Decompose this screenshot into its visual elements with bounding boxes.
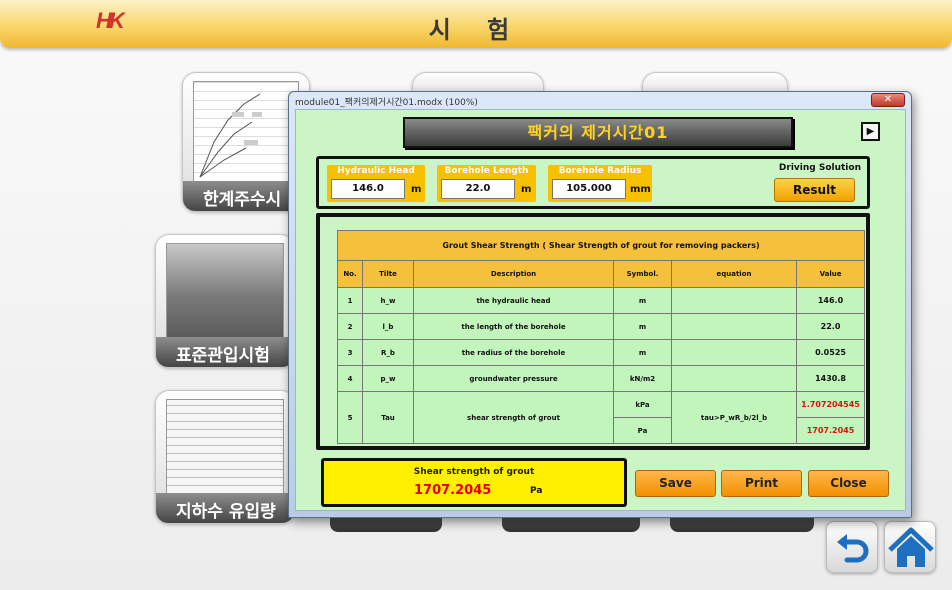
graph-thumbnail-icon [199, 93, 262, 178]
table-row: 4 p_w groundwater pressure kN/m2 1430.8 [337, 365, 866, 392]
cell-description: shear strength of grout [413, 391, 614, 444]
cell-description: the radius of the borehole [413, 339, 614, 366]
cell-title: R_b [362, 339, 414, 366]
page-title: 시 험 [428, 16, 524, 44]
play-button[interactable]: ▶ [861, 122, 880, 141]
column-header: Tilte [362, 260, 414, 288]
home-button[interactable] [884, 521, 936, 573]
top-bar: HK 시 험 [0, 0, 952, 48]
cell-description: groundwater pressure [413, 365, 614, 392]
column-header: Value [795, 260, 866, 288]
cell-description: the hydraulic head [413, 287, 614, 314]
tile-form-thumbnail [166, 399, 284, 495]
cell-title: l_b [362, 313, 414, 340]
cell-symbol: kN/m2 [613, 365, 672, 392]
cell-no: 4 [337, 365, 363, 392]
cell-no: 2 [337, 313, 363, 340]
cell-value-pa: 1707.2045 [795, 417, 866, 444]
input-panel: Hydraulic Head 146.0 m Borehole Length 2… [316, 156, 870, 209]
tile-caption: 표준관입시험 [156, 337, 294, 367]
table-title: Grout Shear Strength ( Shear Strength of… [336, 230, 866, 261]
tile-photo-thumbnail [166, 243, 284, 339]
window-close-button[interactable]: ✕ [871, 93, 905, 107]
shear-strength-unit: Pa [530, 486, 543, 496]
borehole-radius-field: Borehole Radius 105.000 mm [548, 165, 652, 202]
cell-no: 5 [337, 391, 363, 444]
dialog-header: 팩커의 제거시간01 [403, 117, 793, 148]
column-header: Symbol. [613, 260, 672, 288]
table-row: 2 l_b the length of the borehole m 22.0 [337, 313, 866, 340]
table-row-tau: 5 Tau shear strength of grout kPa tau>P_… [337, 391, 866, 444]
shear-strength-label: Shear strength of grout [413, 467, 535, 477]
cell-symbol: m [613, 339, 672, 366]
cell-symbol: m [613, 313, 672, 340]
cell-value: 22.0 [795, 313, 866, 340]
hydraulic-head-label: Hydraulic Head [337, 166, 415, 176]
tile-caption: 지하수 유입량 [156, 493, 294, 523]
cell-no: 3 [337, 339, 363, 366]
hydraulic-head-field: Hydraulic Head 146.0 m [327, 165, 425, 202]
column-header: equation [671, 260, 797, 288]
table-panel: Grout Shear Strength ( Shear Strength of… [316, 213, 870, 450]
borehole-radius-unit: mm [630, 184, 651, 195]
borehole-length-unit: m [521, 184, 532, 195]
shear-strength-value: 1707.2045 [414, 483, 492, 498]
grout-shear-table: Grout Shear Strength ( Shear Strength of… [336, 230, 866, 444]
window-title: module01_팩커의제거시간01.modx (100%) [295, 98, 478, 108]
hydraulic-head-unit: m [411, 184, 422, 195]
cell-symbol: Pa [613, 417, 672, 444]
close-button[interactable]: Close [808, 470, 889, 497]
cell-equation: tau>P_wR_b/2l_b [671, 391, 797, 444]
dialog-header-title: 팩커의 제거시간01 [527, 123, 669, 142]
cell-value: 146.0 [795, 287, 866, 314]
back-button[interactable] [826, 521, 878, 573]
home-icon [888, 527, 934, 567]
menu-tile-spt[interactable]: 표준관입시험 [155, 234, 295, 368]
hydraulic-head-input[interactable]: 146.0 [331, 179, 405, 199]
cell-description: the length of the borehole [413, 313, 614, 340]
table-row: 3 R_b the radius of the borehole m 0.052… [337, 339, 866, 366]
cell-symbol: kPa [613, 391, 672, 418]
app-screen: HK 시 험 한계주수시 표준관입시험 지하수 유입량 module01_팩커의… [0, 0, 952, 590]
menu-tile-groundwater-inflow[interactable]: 지하수 유입량 [155, 390, 295, 524]
table-row: 1 h_w the hydraulic head m 146.0 [337, 287, 866, 314]
borehole-radius-label: Borehole Radius [558, 166, 642, 176]
cell-value: 1430.8 [795, 365, 866, 392]
save-button[interactable]: Save [635, 470, 716, 497]
driving-solution-label: Driving Solution [778, 163, 861, 173]
column-header: Description [413, 260, 614, 288]
tile-graph-thumbnail [193, 81, 299, 183]
cell-no: 1 [337, 287, 363, 314]
borehole-length-input[interactable]: 22.0 [441, 179, 515, 199]
cell-title: p_w [362, 365, 414, 392]
shear-strength-result: Shear strength of grout 1707.2045 Pa [321, 458, 627, 507]
cell-equation [671, 365, 797, 392]
cell-symbol: m [613, 287, 672, 314]
borehole-length-field: Borehole Length 22.0 m [437, 165, 536, 202]
cell-title: Tau [362, 391, 414, 444]
packer-removal-dialog: module01_팩커의제거시간01.modx (100%) ✕ 팩커의 제거시… [288, 91, 912, 518]
borehole-length-label: Borehole Length [444, 166, 529, 176]
result-button[interactable]: Result [774, 178, 855, 202]
cell-equation [671, 313, 797, 340]
print-button[interactable]: Print [721, 470, 802, 497]
play-icon: ▶ [866, 126, 875, 137]
close-icon: ✕ [883, 94, 893, 105]
dialog-client-area: 팩커의 제거시간01 ▶ Hydraulic Head 146.0 m Bore… [295, 109, 906, 511]
cell-equation [671, 287, 797, 314]
back-arrow-icon [837, 534, 869, 563]
cell-value-kpa: 1.707204545 [795, 391, 866, 418]
cell-value: 0.0525 [795, 339, 866, 366]
borehole-radius-input[interactable]: 105.000 [552, 179, 626, 199]
cell-title: h_w [362, 287, 414, 314]
column-header: No. [337, 260, 363, 288]
cell-equation [671, 339, 797, 366]
